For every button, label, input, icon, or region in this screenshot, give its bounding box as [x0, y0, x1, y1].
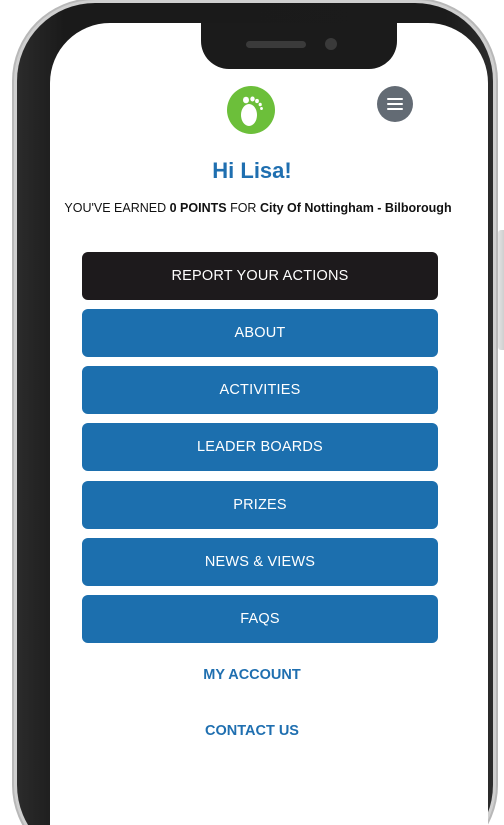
greeting-heading: Hi Lisa! [212, 158, 292, 183]
front-camera [325, 38, 337, 50]
news-views-button[interactable]: NEWS & VIEWS [82, 538, 438, 586]
leader-boards-button[interactable]: LEADER BOARDS [82, 423, 438, 471]
contact-us-link[interactable]: CONTACT US [0, 723, 504, 739]
points-value: 0 POINTS [169, 201, 227, 215]
screenshot: Hi Lisa! YOU'VE EARNED 0 POINTS FOR City… [0, 0, 504, 825]
footprint-icon[interactable] [227, 86, 275, 134]
my-account-link[interactable]: MY ACCOUNT [0, 667, 504, 683]
prizes-button[interactable]: PRIZES [82, 481, 438, 529]
speaker-grille [246, 41, 306, 48]
faqs-button[interactable]: FAQS [82, 595, 438, 643]
location-name: City Of Nottingham - Bilborough [259, 201, 452, 215]
points-prefix: YOU'VE EARNED [64, 201, 170, 215]
points-summary: YOU'VE EARNED 0 POINTS FOR City Of Notti… [62, 200, 454, 217]
phone-notch [201, 23, 397, 69]
about-button[interactable]: ABOUT [82, 309, 438, 357]
points-mid: FOR [226, 201, 260, 215]
hamburger-menu-icon[interactable] [377, 86, 413, 122]
report-actions-button[interactable]: REPORT YOUR ACTIONS [82, 252, 438, 300]
activities-button[interactable]: ACTIVITIES [82, 366, 438, 414]
background-shadow [498, 230, 504, 350]
